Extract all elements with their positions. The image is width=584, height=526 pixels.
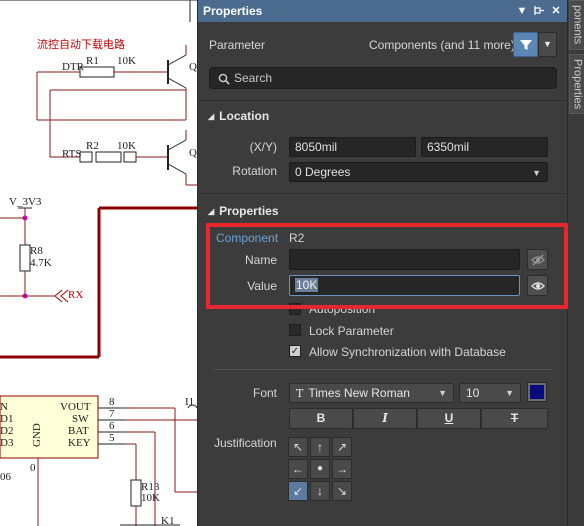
- designator-r8: R8: [30, 245, 43, 257]
- bold-button[interactable]: B: [289, 408, 353, 429]
- designator-left: 06: [0, 471, 11, 483]
- font-size-value: 10: [466, 386, 480, 400]
- divider: [214, 369, 553, 370]
- side-tab-properties[interactable]: Properties: [569, 54, 584, 114]
- xy-label: (X/Y): [249, 140, 277, 154]
- chevron-down-icon[interactable]: ▼: [516, 3, 528, 19]
- designator-q-bottom: Q: [189, 147, 197, 159]
- justify-top-left-button[interactable]: ↖: [288, 437, 308, 457]
- x-position-input[interactable]: 8050mil: [289, 137, 416, 157]
- lock-parameter-checkbox[interactable]: [289, 324, 301, 336]
- location-header-label: Location: [219, 109, 270, 123]
- schematic-title: 流控自动下载电路: [37, 38, 125, 51]
- designator-i1: I1: [185, 396, 195, 408]
- font-type-icon: T: [296, 387, 304, 400]
- font-family-value: Times New Roman: [308, 386, 410, 400]
- filter-icon: [519, 40, 532, 50]
- power-label-v3v3: V_3V3: [9, 196, 42, 208]
- designator-r1: R1: [86, 55, 99, 67]
- justify-center-button[interactable]: ●: [310, 459, 330, 479]
- pin-number-0: 0: [30, 462, 36, 474]
- rotation-select[interactable]: 0 Degrees ▼: [289, 162, 548, 182]
- net-label-rx: RX: [68, 289, 84, 301]
- close-icon[interactable]: ✕: [550, 3, 562, 19]
- designator-r2: R2: [86, 140, 99, 152]
- justify-bottom-center-button[interactable]: ↓: [310, 481, 330, 501]
- pin-label-gnd: GND: [31, 423, 43, 447]
- schematic-canvas[interactable]: 流控自动下载电路 DTR R1 10K RTS R2 10K Q Q V_3V3…: [0, 0, 197, 526]
- allow-sync-checkbox[interactable]: ✓: [289, 345, 301, 357]
- panel-title: Properties: [203, 4, 263, 18]
- value-r2: 10K: [117, 140, 136, 152]
- parameter-label: Parameter: [209, 38, 266, 52]
- pin-number-7: 7: [109, 408, 115, 420]
- underline-button[interactable]: U: [417, 408, 481, 429]
- pin-label-key: KEY: [68, 437, 91, 449]
- allow-sync-label: Allow Synchronization with Database: [309, 345, 506, 359]
- filter-summary: Components (and 11 more): [369, 38, 515, 52]
- value-r1: 10K: [117, 55, 136, 67]
- value-r8: 4.7K: [30, 257, 52, 269]
- pin-label-vout: VOUT: [60, 401, 91, 413]
- highlight-annotation-box: [206, 223, 568, 309]
- pin-number-8: 8: [109, 396, 115, 408]
- properties-section-header[interactable]: ◢ Properties: [208, 204, 279, 218]
- justify-middle-left-button[interactable]: ←: [288, 459, 308, 479]
- search-placeholder: Search: [234, 71, 273, 85]
- chevron-down-icon: ▼: [532, 168, 541, 178]
- justification-label: Justification: [214, 436, 277, 450]
- pin-label-left-1: N: [0, 401, 8, 413]
- pin-label-sw: SW: [72, 413, 89, 425]
- value-r13: 10K: [141, 492, 160, 504]
- rotation-value: 0 Degrees: [295, 165, 351, 179]
- search-icon: [218, 73, 230, 85]
- strikethrough-button[interactable]: T: [481, 408, 548, 429]
- pin-number-5: 5: [109, 432, 115, 444]
- chevron-down-icon: ▼: [505, 388, 514, 398]
- rotation-label: Rotation: [232, 164, 277, 178]
- chevron-down-icon: ▼: [438, 388, 447, 398]
- font-family-select[interactable]: T Times New Roman ▼: [289, 383, 454, 403]
- y-position-input[interactable]: 6350mil: [421, 137, 548, 157]
- pin-label-bat: BAT: [68, 425, 89, 437]
- search-input[interactable]: Search: [209, 67, 557, 89]
- filter-button[interactable]: [513, 32, 538, 57]
- lock-parameter-label: Lock Parameter: [309, 324, 394, 338]
- side-tab-strip: ponents Properties: [567, 0, 584, 526]
- properties-header-label: Properties: [219, 204, 279, 218]
- panel-titlebar[interactable]: Properties ▼ ✕: [198, 0, 568, 22]
- pin-icon[interactable]: [533, 3, 545, 22]
- pin-label-left-3: D2: [0, 425, 14, 437]
- pin-label-left-2: D1: [0, 413, 14, 425]
- collapse-triangle-icon: ◢: [208, 112, 215, 121]
- justify-bottom-right-button[interactable]: ↘: [332, 481, 352, 501]
- collapse-triangle-icon: ◢: [208, 207, 215, 216]
- justify-top-right-button[interactable]: ↗: [332, 437, 352, 457]
- side-tab-components[interactable]: ponents: [569, 0, 584, 50]
- justification-grid: ↖ ↑ ↗ ← ● → ↙ ↓ ↘: [288, 437, 354, 503]
- font-color-fill: [530, 385, 544, 399]
- pin-number-6: 6: [109, 420, 115, 432]
- net-label-rts: RTS: [62, 148, 82, 160]
- net-label-dtr: DTR: [62, 61, 84, 73]
- justify-bottom-left-button[interactable]: ↙: [288, 481, 308, 501]
- justify-top-center-button[interactable]: ↑: [310, 437, 330, 457]
- font-size-select[interactable]: 10 ▼: [459, 383, 521, 403]
- designator-q-top: Q: [189, 61, 197, 73]
- designator-k1: K1: [161, 515, 175, 526]
- filter-dropdown-button[interactable]: ▼: [538, 32, 557, 57]
- justify-middle-right-button[interactable]: →: [332, 459, 352, 479]
- font-label: Font: [252, 386, 277, 400]
- font-color-swatch[interactable]: [527, 382, 547, 402]
- italic-button[interactable]: I: [353, 408, 417, 429]
- chevron-down-icon: ▼: [543, 39, 552, 49]
- location-section-header[interactable]: ◢ Location: [208, 109, 269, 123]
- pin-label-left-4: D3: [0, 437, 14, 449]
